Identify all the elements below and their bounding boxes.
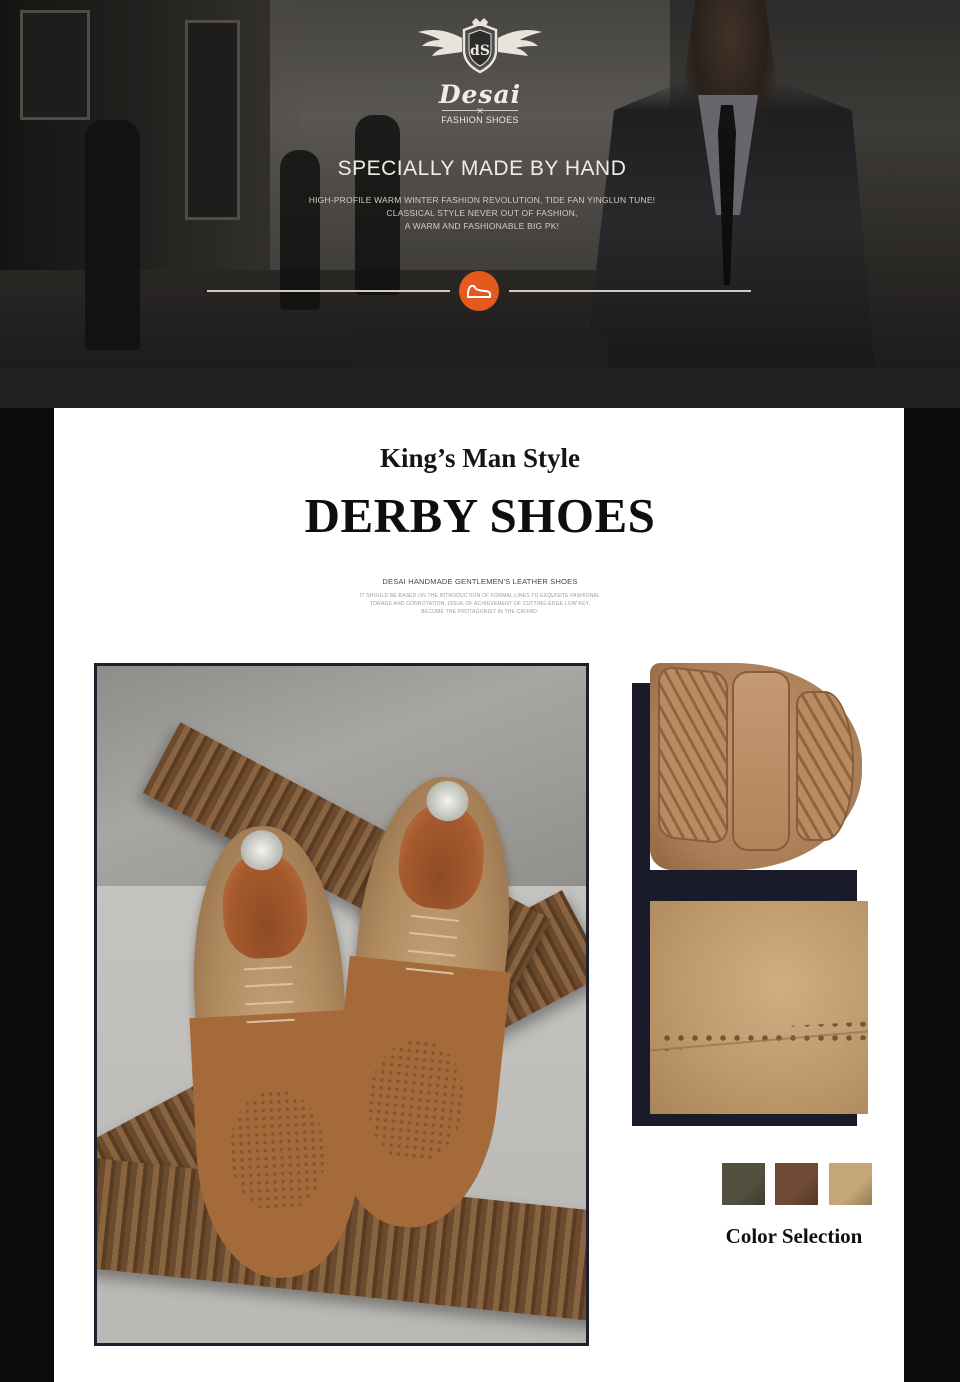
color-swatch-olive[interactable] — [722, 1163, 765, 1205]
brand-logo: dS Desai ✕ FASHION SHOES — [410, 18, 550, 128]
color-swatch-khaki[interactable] — [829, 1163, 872, 1205]
shoe-lace — [244, 983, 293, 988]
divider-right — [509, 290, 751, 292]
product-description-line: TORAGE AND CONNOTATION, ISSUE OF ACHIEVE… — [369, 601, 591, 607]
sole-tread — [658, 665, 728, 845]
product-main-photo — [94, 663, 589, 1346]
brogue-perforation — [660, 1021, 868, 1051]
product-description-line: BECOME THE PROTAGONIST IN THE CROWD. — [421, 609, 539, 615]
hero-tab-shape — [348, 328, 608, 368]
shoe-lace — [409, 932, 458, 940]
brand-name: Desai — [438, 80, 522, 109]
shoe-lace — [243, 965, 292, 971]
winged-shield-icon: dS — [418, 18, 542, 74]
hero-banner: dS Desai ✕ FASHION SHOES SPECIALLY MADE … — [0, 0, 960, 368]
sole-tread — [732, 671, 790, 851]
brand-tagline: FASHION SHOES — [441, 115, 519, 125]
hero-text-line: A WARM AND FASHIONABLE BIG PK! — [404, 221, 560, 231]
product-subtitle: King’s Man Style — [379, 443, 580, 473]
hero-text-line: CLASSICAL STYLE NEVER OUT OF FASHION, — [386, 208, 578, 218]
rubber-sole — [650, 663, 862, 870]
sole-detail-photo — [650, 663, 870, 870]
product-description-heading: DESAI HANDMADE GENTLEMEN'S LEATHER SHOES — [382, 577, 578, 586]
suede-detail-photo — [650, 901, 868, 1114]
product-description-line: IT SHOULD BE BASED ON THE INTRODUCTION O… — [359, 593, 601, 599]
hero-text-line: HIGH-PROFILE WARM WINTER FASHION REVOLUT… — [308, 195, 656, 205]
product-title: DERBY SHOES — [304, 488, 656, 543]
svg-text:dS: dS — [470, 43, 490, 59]
shoe-lace — [407, 949, 456, 957]
shoe-lace — [245, 1000, 294, 1006]
color-selection-label: Color Selection — [725, 1224, 863, 1248]
color-swatch-brown[interactable] — [775, 1163, 818, 1205]
shoe-icon — [467, 285, 492, 298]
shoe-lace — [411, 914, 460, 922]
product-card: King’s Man Style DERBY SHOES DESAI HANDM… — [54, 408, 904, 1382]
banner-bottom-bar — [0, 368, 960, 408]
hero-title: SPECIALLY MADE BY HAND — [337, 157, 627, 180]
sole-tread — [796, 691, 854, 841]
shoe-badge — [459, 271, 499, 311]
divider-left — [207, 290, 450, 292]
